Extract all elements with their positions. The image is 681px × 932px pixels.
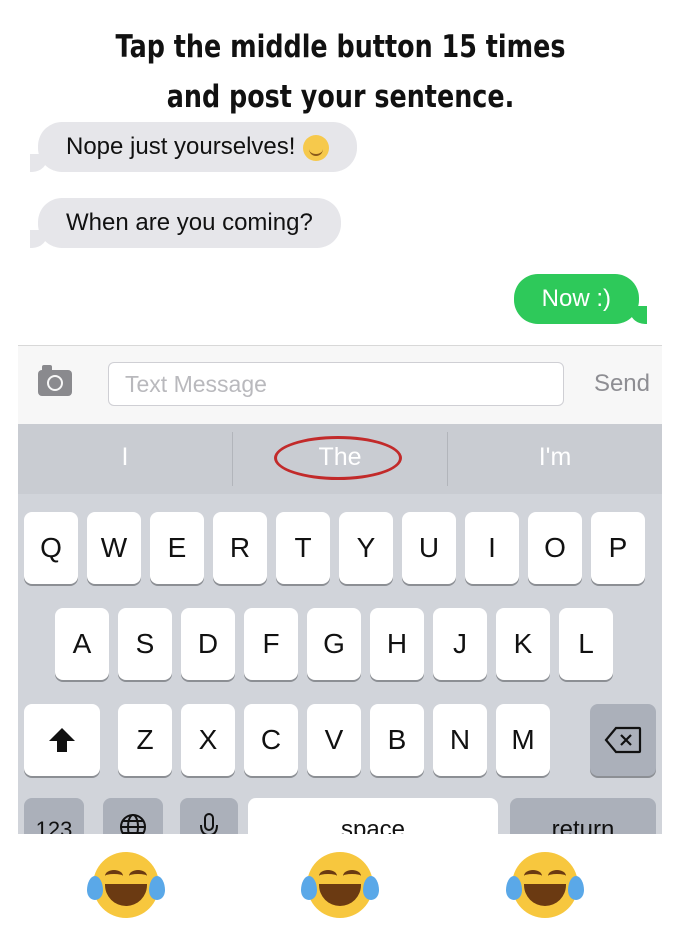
key-k[interactable]: K [496, 608, 550, 680]
predictive-text-bar: I The I'm [18, 424, 662, 494]
key-z[interactable]: Z [118, 704, 172, 776]
received-message-1: Nope just yourselves! [29, 122, 358, 172]
key-n[interactable]: N [433, 704, 487, 776]
key-y[interactable]: Y [339, 512, 393, 584]
key-i[interactable]: I [465, 512, 519, 584]
message-text: When are you coming? [66, 209, 313, 236]
message-text: Nope just yourselves! [66, 133, 296, 160]
prediction-right[interactable]: I'm [448, 424, 662, 494]
camera-icon[interactable] [38, 365, 72, 396]
message-input-bar: Text Message Send [18, 345, 662, 424]
highlight-circle [274, 436, 402, 480]
key-e[interactable]: E [150, 512, 204, 584]
text-message-field[interactable]: Text Message [108, 362, 564, 406]
key-f[interactable]: F [244, 608, 298, 680]
key-u[interactable]: U [402, 512, 456, 584]
key-d[interactable]: D [181, 608, 235, 680]
shift-arrow-icon [49, 728, 75, 752]
key-x[interactable]: X [181, 704, 235, 776]
key-a[interactable]: A [55, 608, 109, 680]
key-l[interactable]: L [559, 608, 613, 680]
key-p[interactable]: P [591, 512, 645, 584]
key-q[interactable]: Q [24, 512, 78, 584]
key-c[interactable]: C [244, 704, 298, 776]
laughing-crying-emoji-icon [301, 852, 379, 918]
laughing-crying-emoji-icon [87, 852, 165, 918]
caption-line-2: and post your sentence. [166, 79, 515, 115]
key-o[interactable]: O [528, 512, 582, 584]
key-s[interactable]: S [118, 608, 172, 680]
shift-key[interactable] [24, 704, 100, 776]
key-b[interactable]: B [370, 704, 424, 776]
laughing-crying-emoji-icon [506, 852, 584, 918]
prediction-left[interactable]: I [18, 424, 232, 494]
key-r[interactable]: R [213, 512, 267, 584]
meme-caption: Tap the middle button 15 times and post … [61, 22, 619, 122]
received-message-2: When are you coming? [30, 198, 341, 248]
delete-key[interactable] [590, 704, 656, 776]
key-m[interactable]: M [496, 704, 550, 776]
key-h[interactable]: H [370, 608, 424, 680]
key-v[interactable]: V [307, 704, 361, 776]
key-g[interactable]: G [307, 608, 361, 680]
key-w[interactable]: W [87, 512, 141, 584]
keyboard: Q W E R T Y U I O P A S D F G H J K L Z … [18, 494, 662, 870]
key-j[interactable]: J [433, 608, 487, 680]
sent-message-1: Now :) [513, 274, 648, 324]
backspace-icon [604, 726, 642, 754]
message-text: Now :) [541, 285, 611, 312]
send-button[interactable]: Send [594, 370, 650, 398]
text-message-placeholder: Text Message [125, 371, 267, 397]
caption-line-1: Tap the middle button 15 times [115, 29, 566, 65]
smiley-emoji-icon [303, 134, 330, 161]
key-t[interactable]: T [276, 512, 330, 584]
